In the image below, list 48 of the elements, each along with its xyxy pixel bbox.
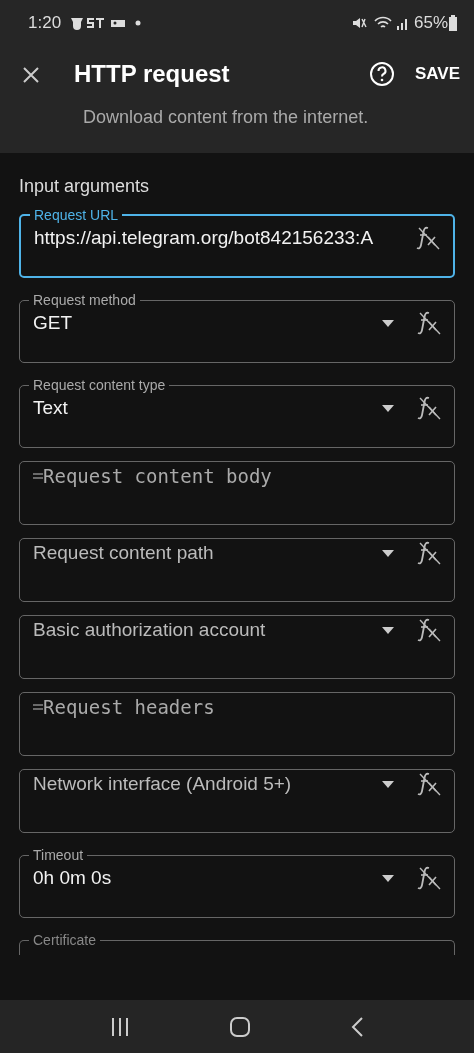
help-icon (368, 61, 395, 87)
field-placeholder: Request content path (33, 541, 215, 565)
dropdown-caret-icon[interactable] (382, 626, 394, 634)
battery-percent: 65% (413, 12, 448, 35)
dropdown-caret-icon[interactable] (382, 404, 394, 412)
field-placeholder: Network interface (Android 5+) (33, 772, 293, 796)
section-title: Input arguments (18, 175, 151, 198)
clock: 1:20 (28, 12, 62, 35)
field-placeholder: Basic authorization account (33, 618, 267, 642)
input-field[interactable]: Certificate (19, 931, 455, 955)
input-field[interactable]: Network interface (Android 5+) (19, 769, 455, 833)
fx-off-icon[interactable] (416, 540, 442, 567)
fx-off-icon[interactable] (416, 617, 442, 644)
screen-subtitle: Download content from the internet. (82, 106, 370, 129)
close-icon (22, 65, 40, 84)
input-field[interactable]: Basic authorization account (19, 615, 455, 679)
field-placeholder: Request content body (43, 464, 273, 489)
back-icon[interactable] (350, 1015, 365, 1038)
dropdown-caret-icon[interactable] (382, 549, 394, 557)
input-field[interactable]: Timeout 0h 0m 0s (19, 846, 455, 918)
recent-apps-icon[interactable] (109, 1015, 130, 1038)
save-button[interactable]: SAVE (410, 57, 464, 91)
help-button[interactable] (368, 61, 395, 87)
screen-title: HTTP request (74, 59, 231, 89)
dropdown-caret-icon[interactable] (382, 874, 394, 882)
field-value: GET (33, 311, 74, 335)
dropdown-caret-icon[interactable] (382, 780, 394, 788)
fx-off-icon[interactable] (416, 395, 442, 422)
fx-off-icon[interactable] (416, 310, 442, 337)
wifi-icon (372, 15, 393, 31)
input-field[interactable]: Request method GET (19, 291, 455, 363)
fx-off-icon[interactable] (415, 225, 441, 252)
notification-dot-icon (135, 20, 142, 26)
equals-icon (33, 702, 43, 713)
expression-field[interactable]: Request headers (19, 692, 455, 756)
home-icon[interactable] (229, 1015, 251, 1038)
fx-off-icon[interactable] (416, 771, 442, 798)
field-value: https://api.telegram.org/bot842156233:A (34, 226, 375, 250)
battery-icon (448, 14, 458, 32)
field-value: 0h 0m 0s (33, 866, 113, 890)
input-field[interactable]: Request content path (19, 538, 455, 602)
mute-icon (350, 15, 367, 31)
field-placeholder: Request headers (43, 695, 216, 720)
field-value: Text (33, 396, 69, 420)
fx-off-icon[interactable] (416, 865, 442, 892)
dropdown-caret-icon[interactable] (382, 319, 394, 327)
expression-field[interactable]: Request content body (19, 461, 455, 525)
equals-icon (33, 471, 43, 482)
